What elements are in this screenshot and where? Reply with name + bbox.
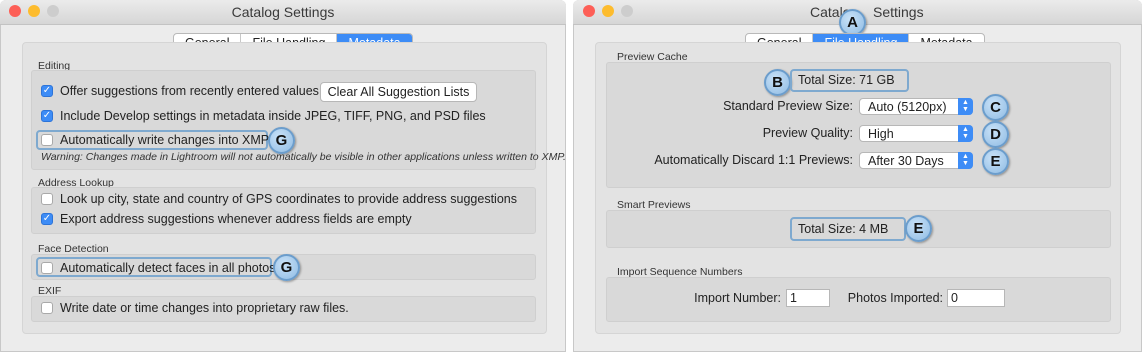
discard-previews-label: Automatically Discard 1:1 Previews:	[654, 153, 853, 167]
import-number-label: Import Number:	[694, 291, 781, 305]
annotation-badge-c: C	[982, 94, 1009, 121]
title-bar: Catalog Settings	[0, 0, 566, 25]
detect-faces-label: Automatically detect faces in all photos	[60, 261, 276, 275]
checkbox-icon	[41, 134, 53, 146]
write-date-label: Write date or time changes into propriet…	[60, 301, 349, 315]
checkmark-icon: ✓	[41, 110, 53, 122]
zoom-window-button[interactable]	[621, 5, 633, 17]
offer-suggestions-label: Offer suggestions from recently entered …	[60, 84, 319, 98]
chevron-updown-icon: ▲ ▼	[958, 125, 973, 142]
smart-previews-total-size: Total Size: 4 MB	[798, 222, 889, 236]
annotation-badge-b: B	[764, 69, 791, 96]
standard-preview-size-value: Auto (5120px)	[868, 100, 947, 114]
photos-imported-field[interactable]: 0	[947, 289, 1005, 307]
window-title: Catalog Settings	[231, 4, 335, 20]
standard-preview-size-label: Standard Preview Size:	[723, 99, 853, 113]
export-address-label: Export address suggestions whenever addr…	[60, 212, 412, 226]
write-date-checkbox[interactable]: Write date or time changes into propriet…	[41, 301, 349, 315]
gps-lookup-checkbox[interactable]: Look up city, state and country of GPS c…	[41, 192, 517, 206]
preview-quality-value: High	[868, 127, 894, 141]
annotation-badge-g: G	[268, 127, 295, 154]
checkmark-icon: ✓	[41, 85, 53, 97]
preview-quality-label: Preview Quality:	[762, 126, 853, 140]
catalog-settings-window-metadata: Catalog Settings General File Handling M…	[0, 0, 566, 352]
window-title-end: Settings	[873, 4, 924, 20]
standard-preview-size-select[interactable]: Auto (5120px) ▲ ▼	[859, 98, 973, 115]
photos-imported-label: Photos Imported:	[847, 291, 943, 305]
minimize-window-button[interactable]	[602, 5, 614, 17]
catalog-settings-window-file-handling: Catalo Settings A General File Handling …	[573, 0, 1142, 352]
import-number-field[interactable]: 1	[786, 289, 830, 307]
include-develop-settings-label: Include Develop settings in metadata ins…	[60, 109, 486, 123]
export-address-checkbox[interactable]: ✓ Export address suggestions whenever ad…	[41, 212, 412, 226]
preview-quality-select[interactable]: High ▲ ▼	[859, 125, 973, 142]
annotation-badge-d: D	[982, 121, 1009, 148]
checkbox-icon	[41, 193, 53, 205]
clear-suggestion-lists-button[interactable]: Clear All Suggestion Lists	[320, 82, 477, 102]
close-window-button[interactable]	[583, 5, 595, 17]
gps-lookup-label: Look up city, state and country of GPS c…	[60, 192, 517, 206]
annotation-badge-g: G	[273, 254, 300, 281]
annotation-badge-e: E	[982, 148, 1009, 175]
checkbox-icon	[41, 262, 53, 274]
discard-previews-select[interactable]: After 30 Days ▲ ▼	[859, 152, 973, 169]
detect-faces-checkbox[interactable]: Automatically detect faces in all photos	[41, 261, 275, 275]
include-develop-settings-checkbox[interactable]: ✓ Include Develop settings in metadata i…	[41, 109, 486, 123]
offer-suggestions-checkbox[interactable]: ✓ Offer suggestions from recently entere…	[41, 84, 319, 98]
checkmark-icon: ✓	[41, 213, 53, 225]
xmp-warning-text: Warning: Changes made in Lightroom will …	[41, 151, 566, 163]
chevron-updown-icon: ▲ ▼	[958, 152, 973, 169]
chevron-updown-icon: ▲ ▼	[958, 98, 973, 115]
annotation-badge-a: A	[839, 9, 866, 36]
annotation-badge-e: E	[905, 215, 932, 242]
write-xmp-checkbox[interactable]: Automatically write changes into XMP	[41, 133, 269, 147]
write-xmp-label: Automatically write changes into XMP	[60, 133, 270, 147]
preview-cache-total-size: Total Size: 71 GB	[798, 73, 895, 87]
discard-previews-value: After 30 Days	[868, 154, 944, 168]
checkbox-icon	[41, 302, 53, 314]
